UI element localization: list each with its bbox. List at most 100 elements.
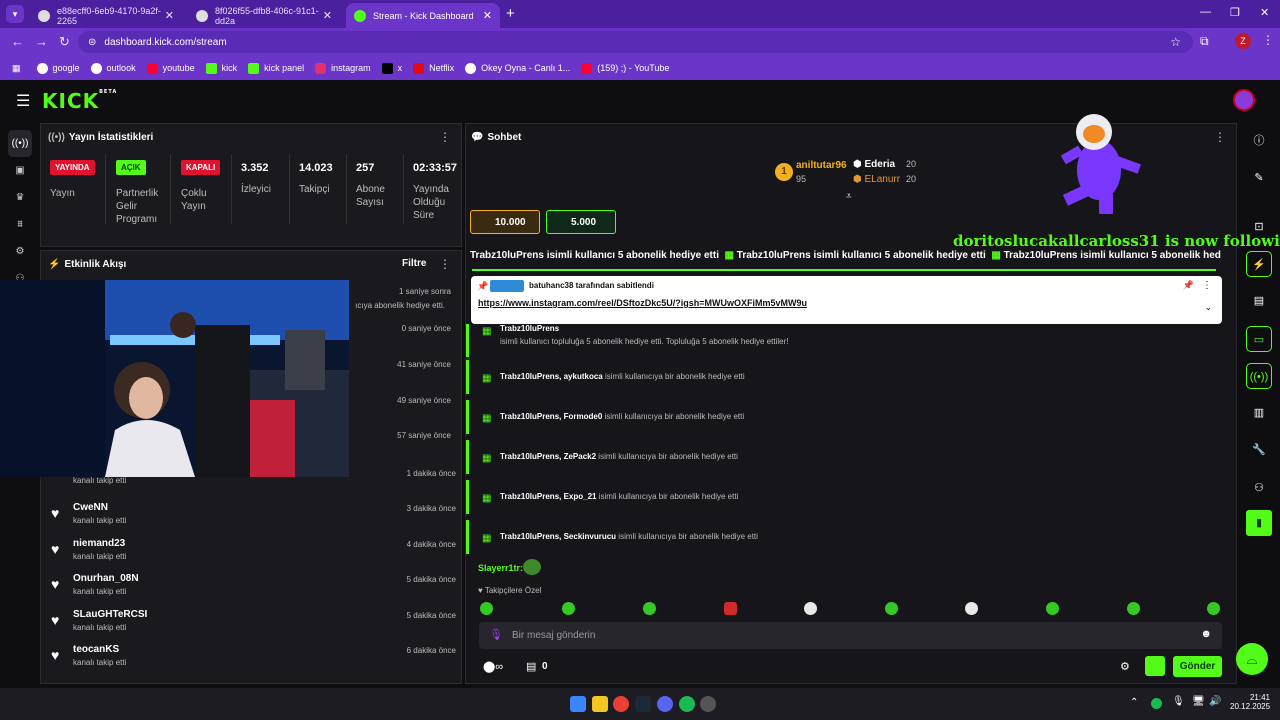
- emote-icon[interactable]: [1046, 602, 1059, 615]
- emote-icon[interactable]: [1127, 602, 1140, 615]
- extensions-icon[interactable]: ⧉: [1200, 34, 1209, 49]
- pinned-link[interactable]: https://www.instagram.com/reel/DSftozDkc…: [478, 298, 807, 308]
- gifter-name[interactable]: Trabz10luPrens: [500, 372, 559, 381]
- user-avatar[interactable]: [1233, 89, 1255, 111]
- tab-search-icon[interactable]: ▾: [6, 5, 24, 23]
- goal-bar-2[interactable]: 5.000: [546, 210, 616, 234]
- discord-icon[interactable]: [657, 696, 673, 712]
- people-icon[interactable]: ⚇: [1246, 475, 1272, 501]
- site-info-icon[interactable]: ⊜: [88, 37, 96, 48]
- chat-menu-icon[interactable]: ⋮: [1214, 130, 1226, 144]
- emote-icon[interactable]: [643, 602, 656, 615]
- back-icon[interactable]: ←: [11, 34, 24, 49]
- emote-icon[interactable]: [885, 602, 898, 615]
- gifter-name[interactable]: Trabz10luPrens: [500, 324, 559, 333]
- emote-icon[interactable]: [724, 602, 737, 615]
- edit-icon[interactable]: ✎: [1246, 165, 1272, 191]
- app-icon[interactable]: [700, 696, 716, 712]
- apps-icon[interactable]: ▦: [12, 63, 21, 74]
- document-icon[interactable]: ▤: [1246, 288, 1272, 314]
- recipient-name[interactable]: ZePack2: [564, 452, 596, 461]
- pinned-menu-icon[interactable]: ⋮: [1202, 280, 1212, 291]
- chat-toggle-icon[interactable]: ▭: [1246, 326, 1272, 352]
- capture-icon[interactable]: ⊡: [1246, 214, 1272, 240]
- chevron-down-icon[interactable]: ⌄: [1204, 302, 1212, 313]
- settings-icon[interactable]: ⚙: [8, 238, 32, 265]
- emote-icon[interactable]: [562, 602, 575, 615]
- browser-tab-2[interactable]: 8f026f55-dfb8-406c-91c1-dd2a ✕: [188, 3, 340, 28]
- tray-chevron-icon[interactable]: ⌃: [1130, 697, 1138, 708]
- emote-icon[interactable]: [804, 602, 817, 615]
- tray-app-icon[interactable]: [1151, 698, 1162, 709]
- store-icon[interactable]: ▤: [526, 660, 536, 673]
- bookmark-x[interactable]: x: [381, 62, 402, 74]
- bookmark-okey[interactable]: Okey Oyna - Canlı 1...: [465, 62, 570, 74]
- bookmark-kick-panel[interactable]: kick panel: [248, 62, 304, 74]
- file-explorer-icon[interactable]: [592, 696, 608, 712]
- recipient-name[interactable]: Formode0: [564, 412, 603, 421]
- minimize-icon[interactable]: —: [1200, 6, 1211, 18]
- bookmark-google[interactable]: google: [36, 62, 80, 74]
- send-button[interactable]: Gönder: [1173, 656, 1222, 677]
- chrome-icon[interactable]: [613, 696, 629, 712]
- browser-menu-icon[interactable]: ⋮: [1262, 33, 1274, 47]
- new-tab-icon[interactable]: +: [506, 5, 515, 22]
- recipient-name[interactable]: Seckinvurucu: [564, 532, 616, 541]
- emoji-picker-icon[interactable]: ☻: [1200, 628, 1212, 640]
- browser-tab-3[interactable]: Stream - Kick Dashboard ✕: [346, 3, 500, 28]
- steam-icon[interactable]: [635, 696, 651, 712]
- bookmark-outlook[interactable]: outlook: [90, 62, 136, 74]
- emote-icon[interactable]: [965, 602, 978, 615]
- mic-tray-icon[interactable]: 🎙: [1172, 696, 1185, 707]
- kick-app-icon[interactable]: ▮: [1246, 510, 1272, 536]
- kick-emote-icon[interactable]: [1145, 656, 1165, 676]
- mic-icon[interactable]: 🎙: [489, 628, 503, 641]
- bookmark-kick[interactable]: kick: [205, 62, 237, 74]
- support-icon[interactable]: ⌓: [1236, 643, 1268, 675]
- windows-start-icon[interactable]: [570, 696, 586, 712]
- window-close-icon[interactable]: ✕: [1260, 6, 1269, 19]
- kick-logo[interactable]: KICKBETA: [42, 89, 117, 113]
- filter-button[interactable]: Filtre: [402, 258, 426, 269]
- clock[interactable]: 21:41 20.12.2025: [1230, 693, 1270, 711]
- close-tab-icon[interactable]: ✕: [483, 9, 492, 22]
- volume-icon[interactable]: 🔊: [1209, 696, 1221, 707]
- chat-username[interactable]: Slayerr1tr:: [478, 563, 523, 573]
- unpin-icon[interactable]: 📌: [1183, 280, 1194, 291]
- community-icon[interactable]: ⩩: [8, 211, 32, 238]
- gifter-name[interactable]: Trabz10luPrens: [500, 412, 559, 421]
- bookmark-youtube-2[interactable]: (159) ;) - YouTube: [581, 62, 669, 74]
- stream-icon[interactable]: ((•)): [8, 130, 32, 157]
- chat-settings-icon[interactable]: ⚙: [1120, 660, 1130, 673]
- network-icon[interactable]: 🖥: [1192, 696, 1205, 707]
- gifter-name[interactable]: Trabz10luPrens: [500, 492, 559, 501]
- points-icon[interactable]: ⬤∞: [483, 660, 503, 673]
- recipient-name[interactable]: aykutkoca: [564, 372, 603, 381]
- emote-icon[interactable]: [480, 602, 493, 615]
- recipient-name[interactable]: Expo_21: [564, 492, 597, 501]
- profile-avatar[interactable]: Z: [1235, 33, 1251, 49]
- trophy-icon[interactable]: ♛: [8, 184, 32, 211]
- forward-icon[interactable]: →: [35, 34, 48, 49]
- dashboard-icon[interactable]: ▣: [8, 157, 32, 184]
- bookmark-youtube[interactable]: youtube: [146, 62, 195, 74]
- url-input[interactable]: ⊜ dashboard.kick.com/stream ☆: [78, 31, 1193, 53]
- gifter-name[interactable]: Trabz10luPrens: [500, 532, 559, 541]
- menu-icon[interactable]: ☰: [16, 91, 30, 111]
- spotify-icon[interactable]: [679, 696, 695, 712]
- browser-tab-1[interactable]: e88ecff0-6eb9-4170-9a2f-2265 ✕: [30, 3, 182, 28]
- bookmark-netflix[interactable]: Netflix: [413, 62, 454, 74]
- layout-icon[interactable]: ▥: [1246, 400, 1272, 426]
- gifter-name[interactable]: Trabz10luPrens: [500, 452, 559, 461]
- quick-actions-icon[interactable]: ⚡: [1246, 251, 1272, 277]
- emote-icon[interactable]: [1207, 602, 1220, 615]
- info-icon[interactable]: ⓘ: [1246, 128, 1272, 154]
- tools-icon[interactable]: 🔧: [1246, 437, 1272, 463]
- reload-icon[interactable]: ↻: [59, 34, 70, 50]
- expand-leaderboard-icon[interactable]: ⩡: [846, 191, 852, 202]
- broadcast-toggle-icon[interactable]: ((•)): [1246, 363, 1272, 389]
- star-icon[interactable]: ☆: [1170, 35, 1181, 49]
- maximize-icon[interactable]: ❐: [1230, 6, 1240, 19]
- feed-menu-icon[interactable]: ⋮: [439, 257, 451, 271]
- chat-input[interactable]: 🎙 Bir mesaj gönderin ☻: [479, 622, 1222, 649]
